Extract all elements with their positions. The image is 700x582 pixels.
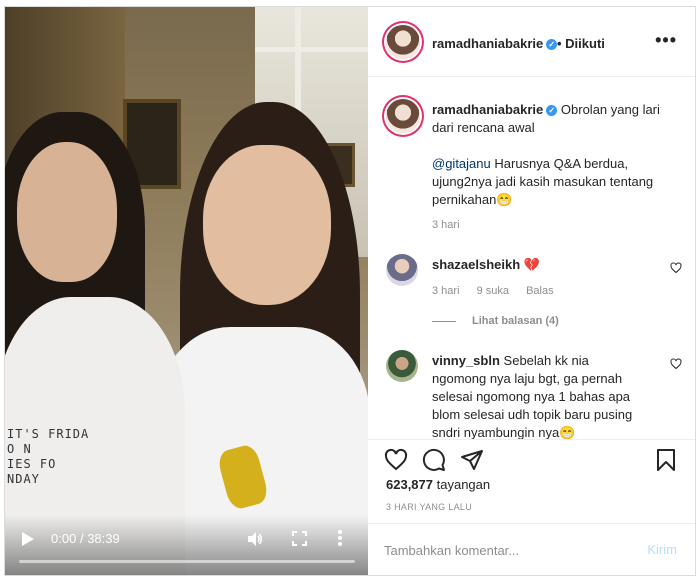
comment-likes[interactable]: 9 suka — [477, 285, 509, 297]
view-count[interactable]: 623,877 tayangan — [386, 477, 490, 492]
post-comment-button[interactable]: Kirim — [647, 542, 677, 557]
play-icon[interactable] — [21, 531, 35, 547]
commenter-username[interactable]: vinny_sbln — [432, 353, 500, 368]
time-separator: / — [79, 531, 84, 546]
video-time: 0:00 / 38:39 — [51, 531, 120, 546]
author-username[interactable]: ramadhaniabakrie ✓ — [432, 36, 558, 51]
share-icon[interactable] — [460, 448, 484, 472]
current-time: 0:00 — [51, 531, 77, 546]
add-comment-bar: Kirim — [368, 523, 695, 575]
verified-badge-icon: ✓ — [546, 105, 558, 116]
action-bar — [368, 439, 695, 479]
instagram-post-modal: IT'S FRIDA O N IES FO NDAY 0:00 / 38:39 — [4, 6, 696, 576]
post-timestamp: 3 HARI YANG LALU — [386, 502, 472, 512]
comment-time: 3 hari — [432, 285, 460, 297]
volume-icon[interactable] — [247, 531, 263, 547]
comment-item: shazaelsheikh 💔 3 hari 9 suka Balas — [386, 254, 686, 304]
verified-badge-icon: ✓ — [546, 39, 558, 50]
window-frame — [255, 47, 368, 52]
video-controls: 0:00 / 38:39 — [5, 515, 368, 575]
comment-text: 💔 — [523, 257, 540, 272]
comments-list[interactable]: ramadhaniabakrie ✓ Obrolan yang lari dari… — [368, 77, 695, 439]
comment-body: vinny_sbln Sebelah kk nia ngomong nya la… — [432, 352, 642, 439]
duration: 38:39 — [87, 531, 120, 546]
comment-heart-icon[interactable] — [670, 262, 682, 274]
reply-button[interactable]: Balas — [526, 285, 554, 297]
post-sidebar: ramadhaniabakrie ✓ • Diikuti ••• ramadhan… — [368, 7, 695, 575]
video-player[interactable]: IT'S FRIDA O N IES FO NDAY 0:00 / 38:39 — [5, 7, 368, 575]
commenter-avatar[interactable] — [386, 350, 418, 382]
comment-input[interactable] — [384, 540, 624, 560]
caption-username[interactable]: ramadhaniabakrie ✓ — [432, 102, 558, 117]
caption-author-avatar[interactable] — [386, 99, 420, 133]
video-progress-bar[interactable] — [19, 560, 355, 563]
comment-heart-icon[interactable] — [670, 358, 682, 370]
view-count-number: 623,877 — [386, 477, 433, 492]
post-header: ramadhaniabakrie ✓ • Diikuti ••• — [368, 7, 695, 77]
caption-mention-link[interactable]: @gitajanu — [432, 156, 491, 171]
author-avatar[interactable] — [386, 25, 420, 59]
comment-meta: 3 hari 9 suka Balas — [432, 285, 568, 297]
person-left-face — [17, 142, 117, 282]
bookmark-icon[interactable] — [654, 448, 678, 472]
commenter-username[interactable]: shazaelsheikh — [432, 257, 520, 272]
commenter-avatar[interactable] — [386, 254, 418, 286]
more-horizontal-icon[interactable]: ••• — [655, 30, 677, 51]
view-replies-link[interactable]: Lihat balasan (4) — [432, 315, 559, 327]
author-username-text[interactable]: ramadhaniabakrie — [432, 36, 543, 51]
comment-item: vinny_sbln Sebelah kk nia ngomong nya la… — [386, 350, 686, 439]
caption-time: 3 hari — [432, 219, 460, 231]
heart-icon[interactable] — [384, 448, 408, 472]
comment-icon[interactable] — [422, 448, 446, 472]
shirt-print-text: IT'S FRIDA O N IES FO NDAY — [7, 427, 90, 486]
person-right-face — [203, 145, 331, 305]
caption-username-text[interactable]: ramadhaniabakrie — [432, 102, 543, 117]
view-count-label: tayangan — [436, 477, 491, 492]
fullscreen-icon[interactable] — [292, 531, 307, 546]
post-caption: ramadhaniabakrie ✓ Obrolan yang lari dari… — [432, 101, 672, 209]
follow-status[interactable]: • Diikuti — [557, 36, 605, 51]
comment-body: shazaelsheikh 💔 — [432, 256, 642, 274]
video-more-icon[interactable] — [337, 529, 343, 547]
